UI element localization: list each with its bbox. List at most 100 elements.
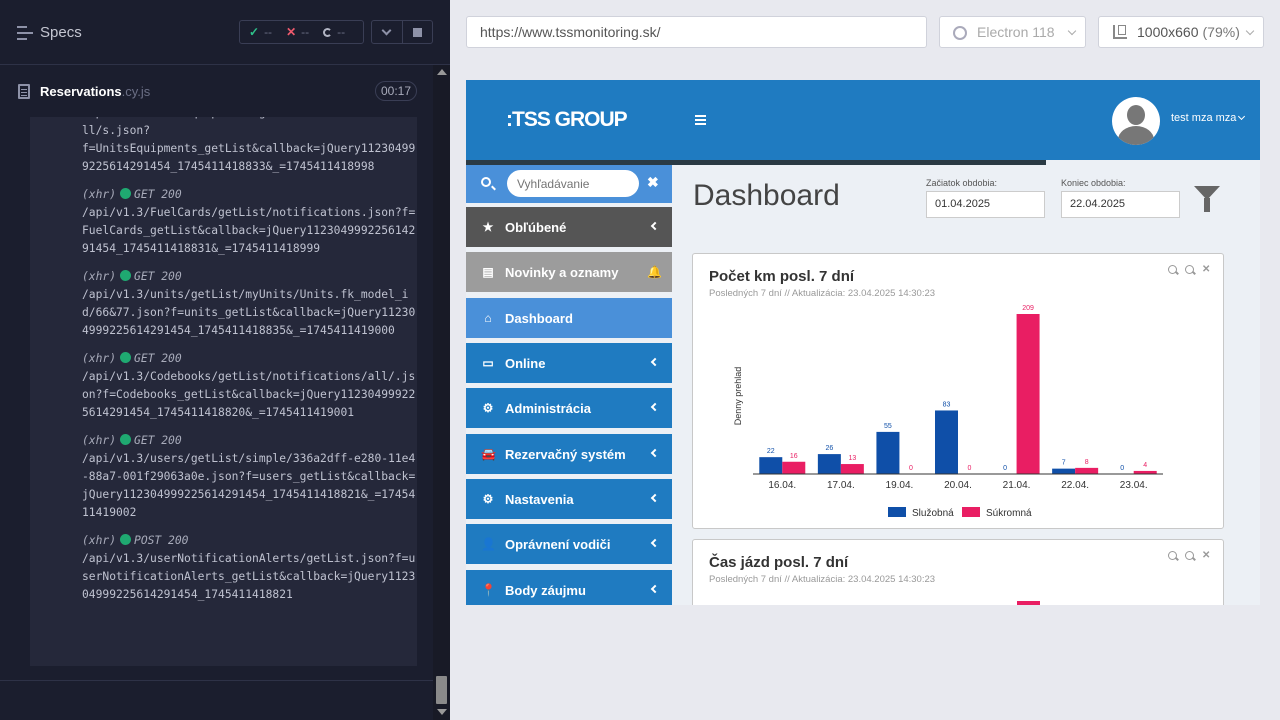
log-entry[interactable]: (xhr) GET 200 /api/v1.3/FuelCards/getList…: [30, 186, 417, 258]
search-icon[interactable]: [481, 177, 491, 187]
newspaper-icon: ▤: [482, 265, 494, 279]
check-icon: ✓: [249, 25, 260, 39]
chevron-left-icon: [650, 221, 660, 231]
data-label: 83: [943, 401, 951, 408]
app-header: :TSS GROUP test mza mza: [466, 80, 1260, 160]
chevron-left-icon: [650, 448, 660, 458]
scroll-down-icon[interactable]: [437, 709, 447, 715]
chart-bar: [1075, 467, 1099, 474]
date-to-label: Koniec obdobia:: [1061, 178, 1126, 188]
sidebar-item-administration[interactable]: ⚙ Administrácia: [466, 388, 672, 428]
spec-file-row[interactable]: Reservations.cy.js 00:17: [0, 77, 432, 107]
viewport-icon: [1113, 25, 1127, 39]
user-menu[interactable]: test mza mza: [1171, 112, 1246, 124]
x-tick-label: 17.04.: [827, 480, 855, 491]
chevron-left-icon: [650, 402, 660, 412]
specs-list-icon[interactable]: [17, 26, 33, 40]
pending-count: --: [323, 25, 345, 39]
log-entry-partial[interactable]: /api/v1.3/UnitsEquipments/getList/notifi…: [30, 117, 417, 176]
chart-bar: [1052, 468, 1076, 474]
avatar[interactable]: [1112, 97, 1160, 145]
date-to-input[interactable]: 22.04.2025: [1061, 191, 1180, 218]
chart-bar: [876, 431, 900, 474]
data-label: 22: [767, 448, 775, 455]
close-icon[interactable]: ✕: [1202, 551, 1211, 561]
browser-selector[interactable]: Electron 118: [939, 16, 1086, 48]
chart-bar: [840, 464, 864, 474]
spec-duration: 00:17: [375, 81, 417, 101]
menu-toggle-icon[interactable]: [695, 115, 706, 127]
chart-bar: [817, 454, 841, 474]
date-from-label: Začiatok obdobia:: [926, 178, 998, 188]
bar-partial: [1017, 601, 1040, 605]
data-label: 7: [1062, 460, 1066, 467]
status-dot-icon: [120, 434, 132, 445]
log-entry[interactable]: (xhr) GET 200 /api/v1.3/users/getList/sim…: [30, 432, 417, 522]
cogs-icon: ⚙: [482, 401, 494, 415]
data-label: 0: [1120, 465, 1124, 472]
log-entry[interactable]: (xhr) GET 200 /api/v1.3/units/getList/myU…: [30, 268, 417, 340]
data-label: 13: [848, 455, 856, 462]
page-title: Dashboard: [693, 179, 840, 212]
home-icon: ⌂: [484, 311, 492, 325]
chart-box-km: Počet km posl. 7 dní Posledných 7 dní //…: [692, 253, 1224, 529]
log-scrollbar[interactable]: [433, 65, 450, 720]
sidebar-item-dashboard[interactable]: ⌂ Dashboard: [466, 298, 672, 338]
file-icon: [18, 84, 30, 99]
box-tools: ✕: [1168, 551, 1211, 561]
monitor-icon: ▭: [482, 356, 494, 370]
chart-bar: [935, 410, 958, 474]
x-tick-label: 21.04.: [1003, 480, 1031, 491]
filter-icon[interactable]: [1194, 186, 1221, 212]
legend-label: Služobná: [912, 508, 954, 519]
cross-icon: ✕: [286, 25, 297, 39]
viewport-selector[interactable]: 1000x660 (79%): [1098, 16, 1264, 48]
scroll-up-icon[interactable]: [437, 69, 447, 75]
caret-down-icon: [1238, 112, 1246, 121]
date-from-group: Začiatok obdobia: 01.04.2025: [926, 178, 1045, 218]
box-title: Čas jázd posl. 7 dní: [709, 554, 849, 571]
close-icon[interactable]: ✖: [647, 174, 659, 191]
stop-button[interactable]: [403, 21, 433, 43]
km-bar-chart: Denny prehlad 22 16 16.04. 26 13 17.04. 55 0 19.0…: [733, 305, 1163, 519]
sidebar-item-settings[interactable]: ⚙ Nastavenia: [466, 479, 672, 519]
zoom-in-icon[interactable]: [1185, 551, 1194, 560]
search-icon[interactable]: [1168, 551, 1177, 560]
sidebar-item-reservations[interactable]: 🚘 Rezervačný systém: [466, 434, 672, 474]
collapse-button[interactable]: [372, 21, 403, 43]
status-dot-icon: [120, 352, 132, 363]
spinner-icon: [323, 27, 333, 37]
sidebar-item-online[interactable]: ▭ Online: [466, 343, 672, 383]
test-status-summary: ✓ -- ✕ -- --: [239, 20, 364, 44]
status-dot-icon: [120, 534, 132, 545]
date-from-input[interactable]: 01.04.2025: [926, 191, 1045, 218]
search-input[interactable]: [507, 170, 639, 197]
chevron-down-icon: [381, 25, 392, 35]
log-entry[interactable]: (xhr) GET 200 /api/v1.3/Codebooks/getList…: [30, 350, 417, 422]
url-bar[interactable]: https://www.tssmonitoring.sk/: [466, 16, 927, 48]
chevron-down-icon: [1245, 26, 1255, 36]
sidebar-item-drivers[interactable]: 👤 Oprávnení vodiči: [466, 524, 672, 564]
x-tick-label: 20.04.: [944, 480, 972, 491]
spec-file-name: Reservations.cy.js: [40, 84, 151, 99]
failed-count: ✕ --: [286, 25, 310, 39]
specs-label[interactable]: Specs: [40, 24, 82, 41]
x-tick-label: 22.04.: [1061, 480, 1089, 491]
sidebar-item-news[interactable]: ▤ Novinky a oznamy 🔔: [466, 252, 672, 292]
scroll-thumb[interactable]: [436, 676, 447, 704]
sidebar-item-poi[interactable]: 📍 Body záujmu: [466, 570, 672, 605]
cypress-header: Specs ✓ -- ✕ -- --: [0, 0, 450, 65]
log-entry[interactable]: (xhr) POST 200 /api/v1.3/userNotification…: [30, 532, 417, 604]
data-label: 26: [825, 445, 833, 452]
gear-icon: ⚙: [482, 492, 494, 506]
main-content: Dashboard Začiatok obdobia: 01.04.2025 K…: [672, 165, 1260, 605]
sidebar-item-favorites[interactable]: ★ Obľúbené: [466, 207, 672, 247]
runner-controls: [371, 20, 433, 44]
chart-bar: [1016, 314, 1040, 474]
app-viewport: :TSS GROUP test mza mza ✖ ★ Obľúbené ▤ N…: [466, 80, 1260, 605]
cypress-panel: Specs ✓ -- ✕ -- -- Reservations.cy.js 00:1…: [0, 0, 450, 720]
sidebar: ✖ ★ Obľúbené ▤ Novinky a oznamy 🔔 ⌂ Dash…: [466, 165, 672, 605]
chart-box-time: Čas jázd posl. 7 dní Posledných 7 dní //…: [692, 539, 1224, 605]
logo[interactable]: :TSS GROUP: [506, 108, 628, 132]
status-dot-icon: [120, 270, 132, 281]
